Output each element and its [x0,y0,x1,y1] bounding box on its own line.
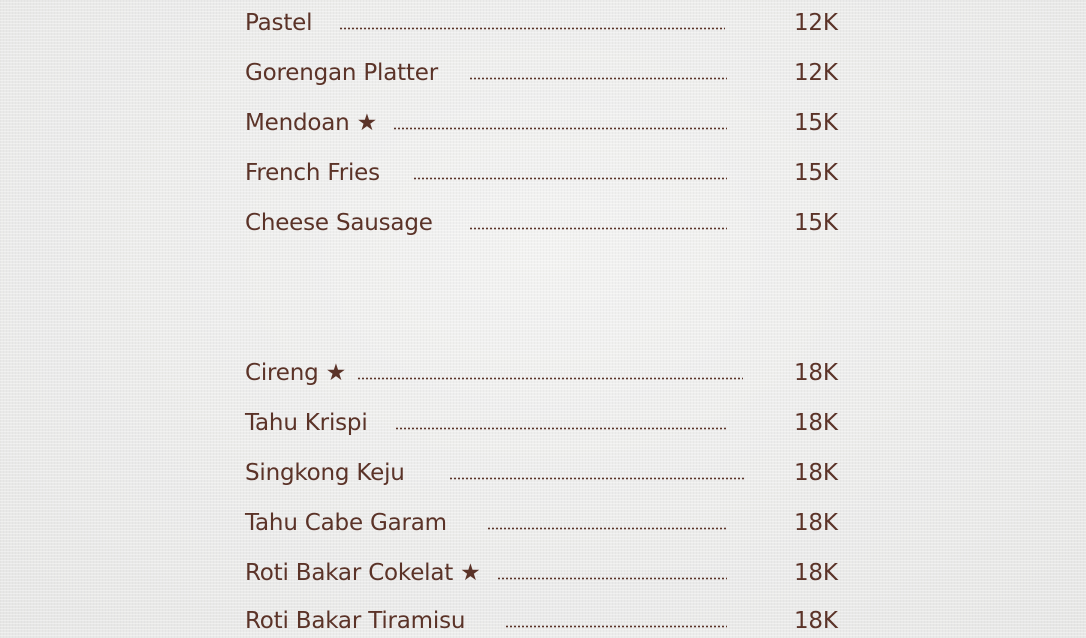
menu-item-name: Tahu Krispi [245,410,368,436]
menu-item-name: Singkong Keju [245,460,405,486]
menu-item-price: 15K [794,110,838,136]
menu-item-price: 15K [794,210,838,236]
menu-item-price: 15K [794,160,838,186]
dotted-leader [357,377,743,380]
dotted-leader [497,577,727,580]
menu-item-name: Pastel [245,10,313,36]
menu-item-name: Tahu Cabe Garam [245,510,447,536]
menu-item-name: Cheese Sausage [245,210,433,236]
dotted-leader [393,127,727,130]
dotted-leader [395,427,727,430]
menu-item-price: 18K [794,510,838,536]
menu-item-price: 12K [794,60,838,86]
dotted-leader [505,625,727,628]
dotted-leader [413,177,727,180]
menu-item-name: Cireng ★ [245,360,347,386]
menu-item-price: 18K [794,460,838,486]
menu-item-name: Roti Bakar Tiramisu [245,608,466,634]
dotted-leader [469,77,727,80]
menu-item-price: 18K [794,360,838,386]
menu-item-name: French Fries [245,160,380,186]
dotted-leader [339,27,725,30]
dotted-leader [469,227,727,230]
menu-page: { "sections": [ { "items": [ {"name": "P… [0,0,1086,634]
menu-item-name: Roti Bakar Cokelat ★ [245,560,481,586]
dotted-leader [487,527,727,530]
menu-item-name: Gorengan Platter [245,60,438,86]
menu-item-price: 18K [794,608,838,634]
menu-item-price: 12K [794,10,838,36]
dotted-leader [449,477,745,480]
menu-item-name: Mendoan ★ [245,110,378,136]
menu-item-price: 18K [794,560,838,586]
menu-item-price: 18K [794,410,838,436]
